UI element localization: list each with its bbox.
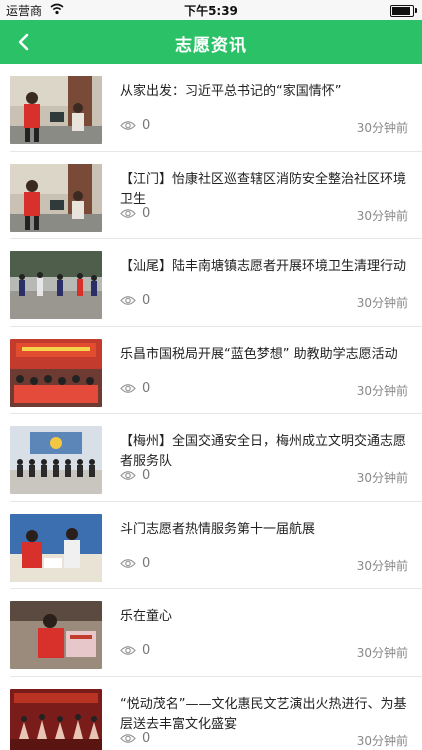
view-count-value: 0 (142, 730, 151, 746)
news-thumbnail (10, 338, 102, 407)
view-count-value: 0 (142, 380, 151, 396)
publish-time: 30分钟前 (356, 558, 408, 573)
news-list: 从家出发：习近平总书记的“家国情怀” 0 30分钟前 【江门】怡康社区巡查辖区消… (0, 64, 422, 750)
publish-time: 30分钟前 (356, 121, 408, 135)
view-count: 0 (120, 293, 150, 308)
view-count-value: 0 (142, 555, 151, 571)
publish-time: 30分钟前 (356, 208, 408, 223)
eye-icon (120, 558, 136, 568)
eye-icon (120, 208, 136, 218)
news-list-item[interactable]: 斗门志愿者热情服务第十一届航展 0 30分钟前 (10, 502, 422, 589)
view-count: 0 (120, 643, 150, 658)
news-list-item[interactable]: “悦动茂名”——文化惠民文艺演出火热进行、为基层送去丰富文化盛宴 0 30分钟前 (10, 677, 422, 750)
news-list-item[interactable]: 【梅州】全国交通安全日，梅州成立文明交通志愿者服务队 0 30分钟前 (10, 414, 422, 502)
news-title: 斗门志愿者热情服务第十一届航展 (120, 521, 316, 537)
publish-time: 30分钟前 (356, 383, 408, 398)
view-count-value: 0 (142, 118, 151, 133)
view-count-value: 0 (142, 293, 151, 308)
news-list-item[interactable]: 【江门】怡康社区巡查辖区消防安全整治社区环境卫生 0 30分钟前 (10, 152, 422, 239)
status-bar: 运营商 下午5:39 (0, 0, 422, 20)
publish-time: 30分钟前 (356, 471, 408, 485)
navigation-bar: 志愿资讯 (0, 20, 422, 64)
publish-time: 30分钟前 (356, 296, 408, 310)
view-count: 0 (120, 118, 150, 133)
publish-time: 30分钟前 (356, 733, 408, 748)
view-count: 0 (120, 468, 150, 483)
news-thumbnail (10, 426, 102, 494)
news-title: 【梅州】全国交通安全日，梅州成立文明交通志愿者服务队 (120, 434, 407, 469)
view-count: 0 (120, 381, 150, 396)
eye-icon (120, 383, 136, 393)
view-count-value: 0 (142, 205, 151, 221)
news-title: 从家出发：习近平总书记的“家国情怀” (120, 84, 342, 99)
news-title: “悦动茂名”——文化惠民文艺演出火热进行、为基层送去丰富文化盛宴 (120, 696, 407, 732)
eye-icon (120, 471, 136, 480)
view-count: 0 (120, 556, 150, 571)
eye-icon (120, 646, 136, 655)
page-title: 志愿资讯 (175, 36, 247, 56)
news-title: 【汕尾】陆丰南塘镇志愿者开展环境卫生清理行动 (120, 259, 407, 274)
news-thumbnail (10, 76, 102, 144)
news-list-item[interactable]: 乐昌市国税局开展“蓝色梦想” 助教助学志愿活动 0 30分钟前 (10, 327, 422, 414)
publish-time: 30分钟前 (356, 646, 408, 660)
news-thumbnail (10, 513, 102, 582)
news-thumbnail (10, 688, 102, 750)
news-list-item[interactable]: 乐在童心 0 30分钟前 (10, 589, 422, 677)
news-thumbnail (10, 601, 102, 669)
clock: 下午5:39 (184, 4, 238, 18)
news-thumbnail (10, 163, 102, 232)
eye-icon (120, 296, 136, 305)
news-title: 【江门】怡康社区巡查辖区消防安全整治社区环境卫生 (120, 171, 407, 207)
news-list-item[interactable]: 【汕尾】陆丰南塘镇志愿者开展环境卫生清理行动 0 30分钟前 (10, 239, 422, 327)
view-count-value: 0 (142, 643, 151, 658)
news-title: 乐在童心 (120, 609, 173, 624)
view-count: 0 (120, 206, 150, 221)
battery-icon (390, 5, 417, 17)
news-list-item[interactable]: 从家出发：习近平总书记的“家国情怀” 0 30分钟前 (10, 64, 422, 152)
news-title: 乐昌市国税局开展“蓝色梦想” 助教助学志愿活动 (120, 346, 398, 362)
news-thumbnail (10, 251, 102, 319)
view-count-value: 0 (142, 468, 151, 483)
eye-icon (120, 733, 136, 743)
eye-icon (120, 121, 136, 130)
view-count: 0 (120, 731, 150, 746)
